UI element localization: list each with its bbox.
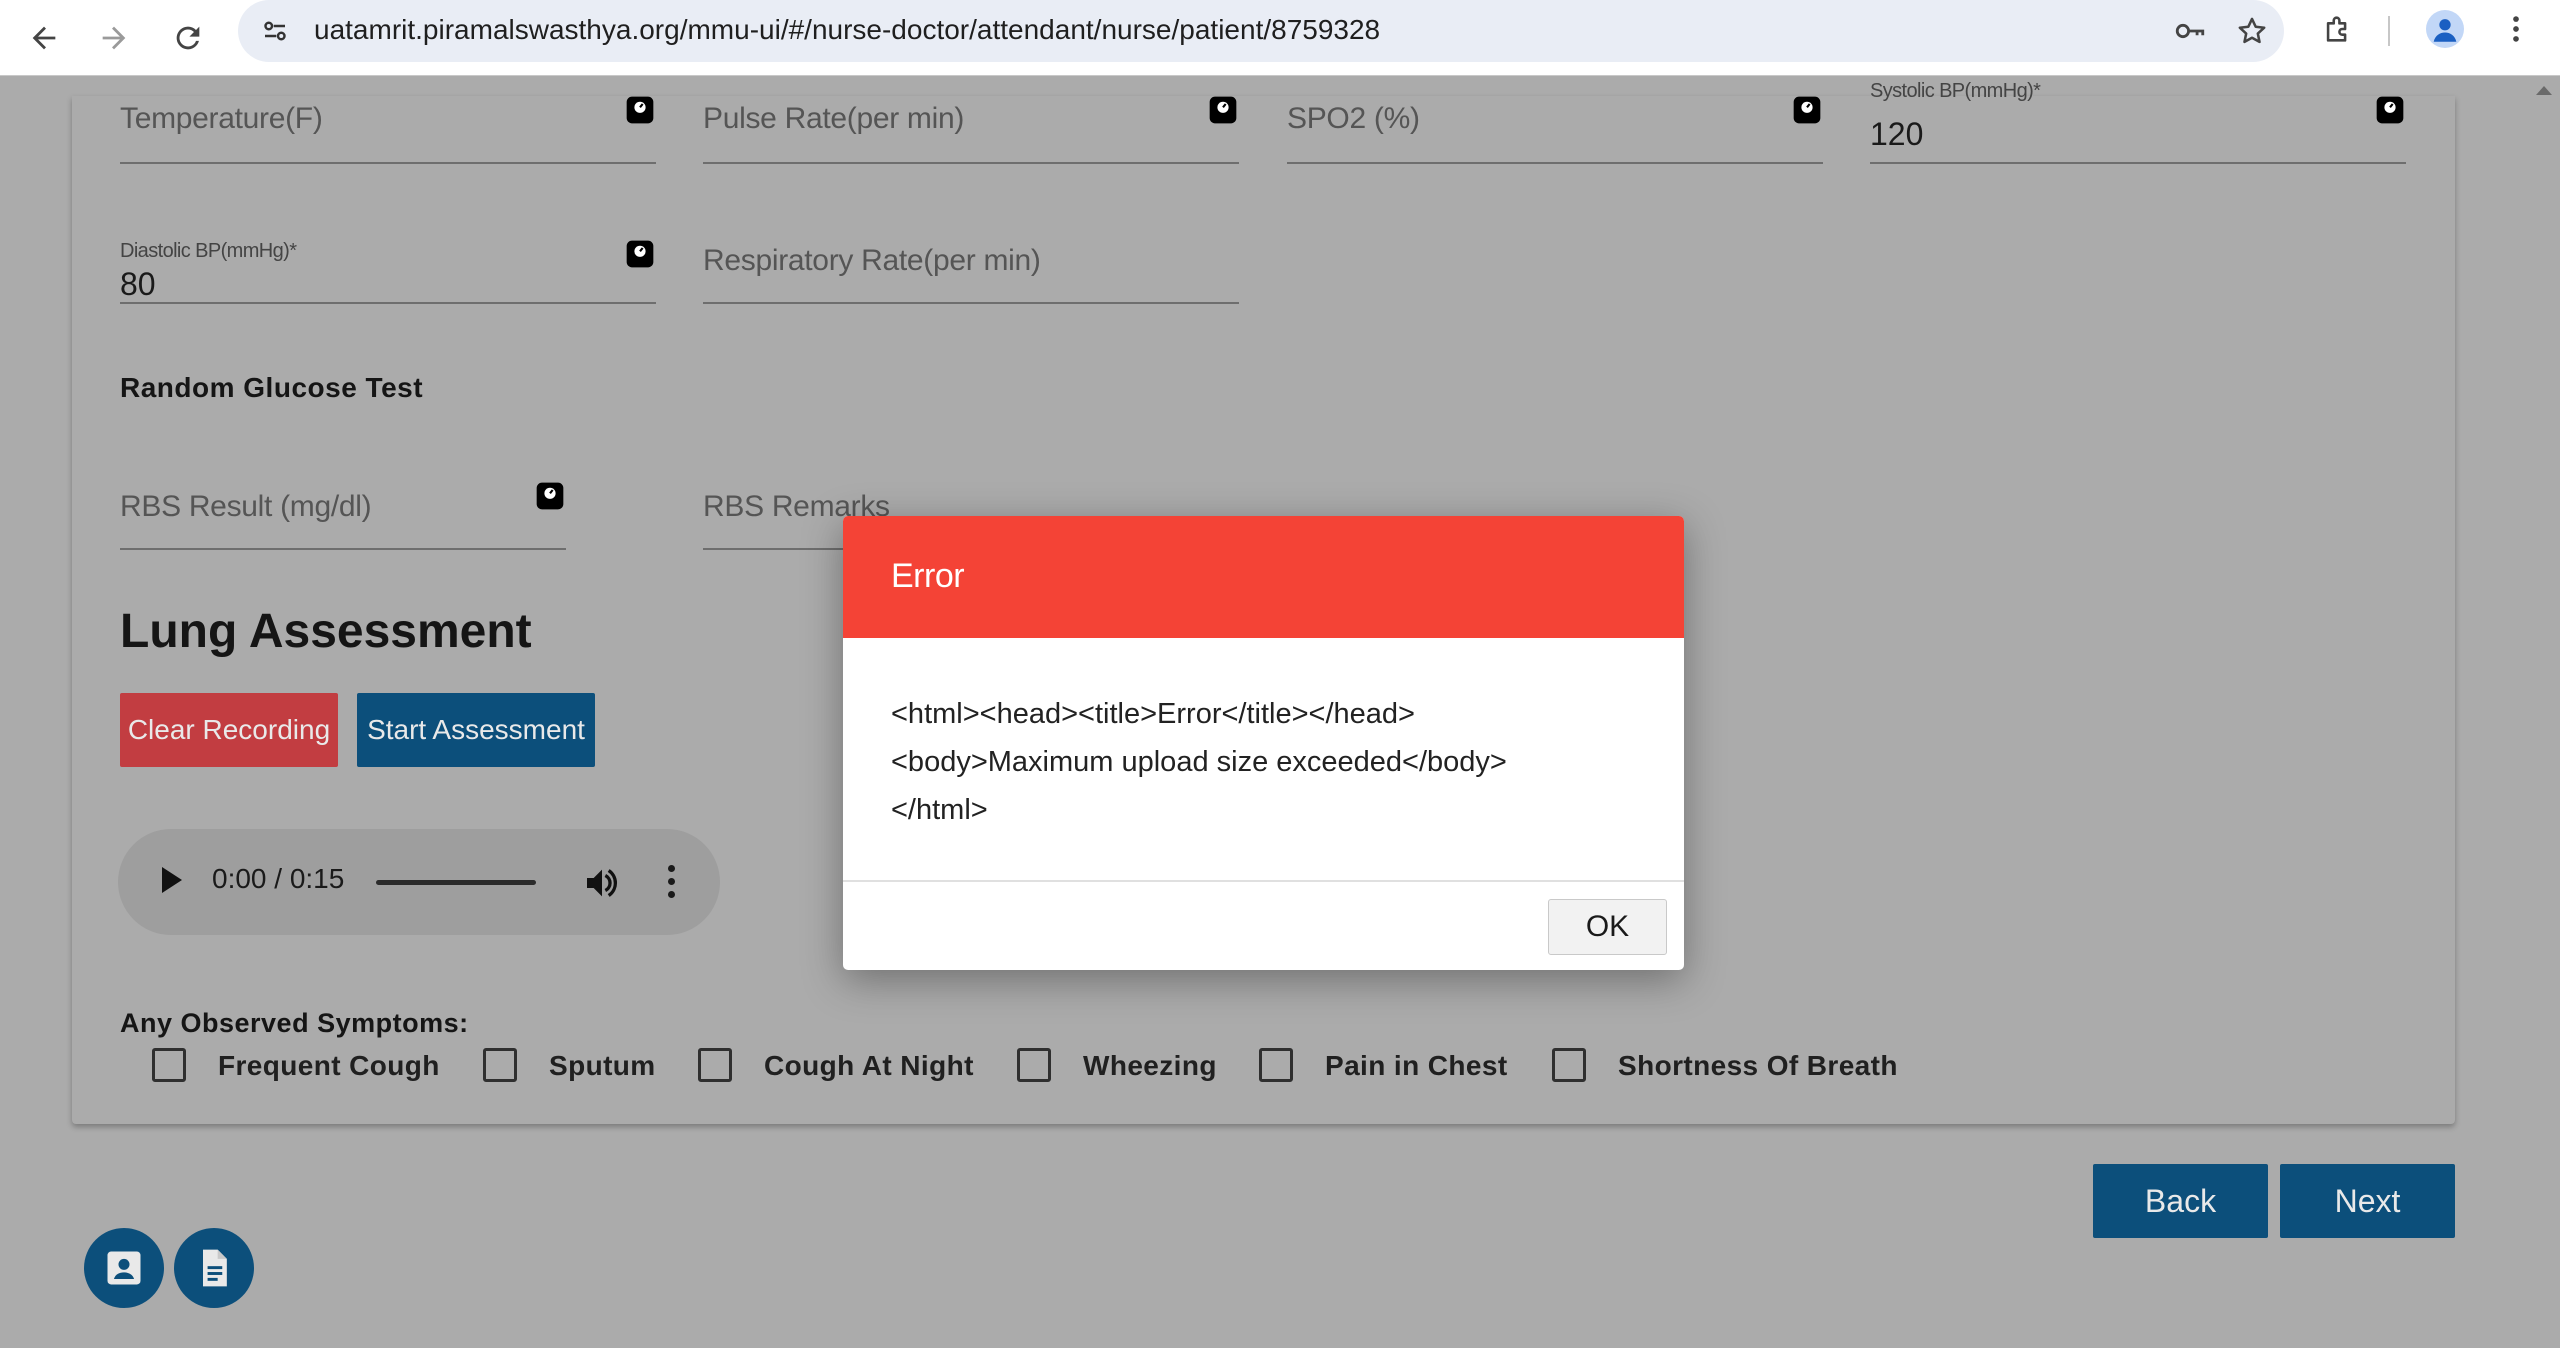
dialog-message-line: <body>Maximum upload size exceeded</body… (891, 746, 1507, 778)
audio-progress-slider[interactable] (376, 880, 536, 885)
pulse-rate-field[interactable]: Pulse Rate(per min) (703, 94, 1239, 164)
symptom-label: Frequent Cough (218, 1050, 440, 1081)
checkbox[interactable] (698, 1048, 732, 1082)
ok-button[interactable]: OK (1548, 899, 1667, 955)
password-key-icon[interactable] (2170, 11, 2210, 51)
symptom-label: Sputum (549, 1050, 656, 1081)
back-button[interactable]: Back (2093, 1164, 2268, 1238)
symptom-label: Pain in Chest (1325, 1050, 1508, 1081)
respiratory-rate-label: Respiratory Rate(per min) (703, 244, 1041, 277)
symptom-label: Shortness Of Breath (1618, 1050, 1898, 1081)
measurement-device-icon[interactable] (1791, 94, 1823, 126)
respiratory-rate-field[interactable]: Respiratory Rate(per min) (703, 234, 1239, 304)
measurement-device-icon[interactable] (2374, 94, 2406, 126)
diastolic-bp-value[interactable]: 80 (120, 266, 156, 303)
measurement-device-icon[interactable] (624, 238, 656, 270)
play-icon[interactable] (162, 867, 182, 893)
dialog-header: Error (843, 516, 1684, 638)
error-dialog: Error <html><head><title>Error</title></… (843, 516, 1684, 970)
checkbox[interactable] (1552, 1048, 1586, 1082)
back-arrow-icon[interactable] (18, 12, 70, 64)
checkbox[interactable] (152, 1048, 186, 1082)
systolic-bp-value[interactable]: 120 (1870, 116, 1923, 153)
measurement-device-icon[interactable] (624, 94, 656, 126)
measurement-device-icon[interactable] (534, 480, 566, 512)
page-scrollbar[interactable] (2528, 76, 2560, 1348)
checkbox[interactable] (1017, 1048, 1051, 1082)
forward-arrow-icon[interactable] (88, 12, 140, 64)
audio-player: 0:00 / 0:15 (118, 829, 720, 935)
symptom-label: Wheezing (1083, 1050, 1217, 1081)
pulse-rate-label: Pulse Rate(per min) (703, 102, 965, 135)
lung-assessment-title: Lung Assessment (120, 605, 532, 658)
systolic-bp-field[interactable]: Systolic BP(mmHg)* 120 (1870, 80, 2406, 164)
temperature-field[interactable]: Temperature(F) (120, 94, 656, 164)
bookmark-star-icon[interactable] (2232, 11, 2272, 51)
browser-menu-icon[interactable] (2496, 9, 2536, 49)
start-assessment-button[interactable]: Start Assessment (357, 693, 595, 767)
contact-card-icon (107, 1251, 141, 1285)
dialog-message-line: </html> (891, 794, 988, 826)
site-info-icon[interactable] (256, 12, 294, 50)
reload-icon[interactable] (162, 12, 214, 64)
browser-toolbar: uatamrit.piramalswasthya.org/mmu-ui/#/nu… (0, 0, 2560, 76)
rbs-result-field[interactable]: RBS Result (mg/dl) (120, 480, 566, 550)
diastolic-bp-label: Diastolic BP(mmHg)* (120, 240, 297, 262)
symptom-label: Cough At Night (764, 1050, 974, 1081)
patient-profile-button[interactable] (84, 1228, 164, 1308)
toolbar-divider (2388, 16, 2390, 46)
temperature-label: Temperature(F) (120, 102, 323, 135)
document-icon (203, 1249, 227, 1287)
profile-avatar-icon[interactable] (2425, 9, 2465, 49)
rbs-result-label: RBS Result (mg/dl) (120, 490, 372, 523)
case-sheet-button[interactable] (174, 1228, 254, 1308)
url-text[interactable]: uatamrit.piramalswasthya.org/mmu-ui/#/nu… (314, 14, 1380, 46)
volume-icon[interactable] (582, 863, 622, 903)
measurement-device-icon[interactable] (1207, 94, 1239, 126)
dialog-message: <html><head><title>Error</title></head> … (891, 690, 1651, 834)
checkbox[interactable] (483, 1048, 517, 1082)
observed-symptoms-label: Any Observed Symptoms: (120, 1008, 469, 1038)
dialog-divider (843, 880, 1684, 882)
dialog-title: Error (891, 557, 965, 595)
systolic-bp-label: Systolic BP(mmHg)* (1870, 80, 2041, 102)
audio-time: 0:00 / 0:15 (212, 863, 345, 894)
random-glucose-heading: Random Glucose Test (120, 372, 424, 403)
audio-more-options-icon[interactable] (666, 865, 676, 901)
clear-recording-button[interactable]: Clear Recording (120, 693, 338, 767)
dialog-message-line: <html><head><title>Error</title></head> (891, 698, 1415, 730)
next-button[interactable]: Next (2280, 1164, 2455, 1238)
extensions-icon[interactable] (2318, 9, 2358, 49)
spo2-label: SPO2 (%) (1287, 102, 1420, 135)
address-bar[interactable]: uatamrit.piramalswasthya.org/mmu-ui/#/nu… (238, 0, 2284, 62)
diastolic-bp-field[interactable]: Diastolic BP(mmHg)* 80 (120, 234, 656, 304)
scroll-up-arrow-icon[interactable] (2536, 86, 2552, 95)
checkbox[interactable] (1259, 1048, 1293, 1082)
spo2-field[interactable]: SPO2 (%) (1287, 94, 1823, 164)
